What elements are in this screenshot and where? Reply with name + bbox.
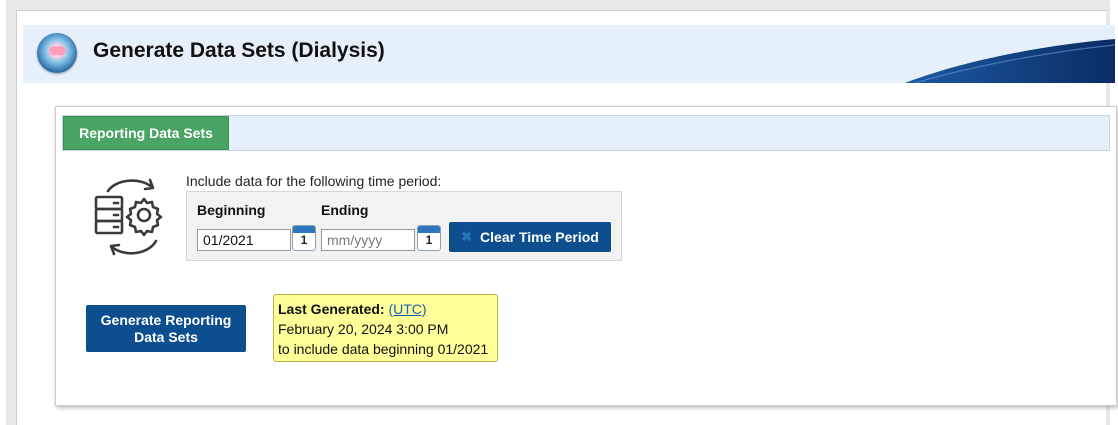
- generate-button-line2: Data Sets: [134, 328, 198, 345]
- page-title: Generate Data Sets (Dialysis): [93, 39, 385, 62]
- window-frame: Generate Data Sets (Dialysis) Reporting …: [6, 0, 1117, 425]
- tab-bar: Reporting Data Sets: [62, 115, 1110, 151]
- time-period-box: Beginning Ending 1 1 ✖ Clear Time Period: [186, 191, 622, 261]
- ending-label: Ending: [321, 202, 369, 218]
- header-swoosh-decoration: [905, 39, 1115, 83]
- beginning-calendar-icon[interactable]: 1: [292, 225, 316, 251]
- generate-button-line1: Generate Reporting: [100, 311, 232, 328]
- ending-date-input[interactable]: [321, 229, 415, 251]
- last-generated-box: Last Generated: (UTC) February 20, 2024 …: [273, 294, 498, 362]
- reporting-panel: Reporting Data Sets Include data for the…: [55, 106, 1117, 406]
- content-area: Generate Data Sets (Dialysis) Reporting …: [16, 10, 1117, 425]
- beginning-label: Beginning: [197, 202, 266, 218]
- kidney-icon: [37, 33, 77, 73]
- last-generated-label: Last Generated:: [278, 301, 385, 317]
- last-generated-note: to include data beginning 01/2021: [278, 341, 489, 357]
- clear-x-icon: ✖: [461, 229, 473, 244]
- page-header: Generate Data Sets (Dialysis): [23, 25, 1115, 83]
- ending-calendar-icon[interactable]: 1: [417, 225, 441, 251]
- data-sync-icon: [94, 178, 163, 256]
- clear-time-period-label: Clear Time Period: [480, 229, 599, 245]
- utc-link[interactable]: (UTC): [388, 301, 426, 317]
- generate-reporting-data-sets-button[interactable]: Generate Reporting Data Sets: [86, 305, 246, 352]
- time-period-instruction: Include data for the following time peri…: [186, 173, 442, 189]
- beginning-date-input[interactable]: [197, 229, 291, 251]
- last-generated-timestamp: February 20, 2024 3:00 PM: [278, 321, 449, 337]
- tab-reporting-data-sets[interactable]: Reporting Data Sets: [63, 116, 229, 150]
- clear-time-period-button[interactable]: ✖ Clear Time Period: [449, 222, 611, 252]
